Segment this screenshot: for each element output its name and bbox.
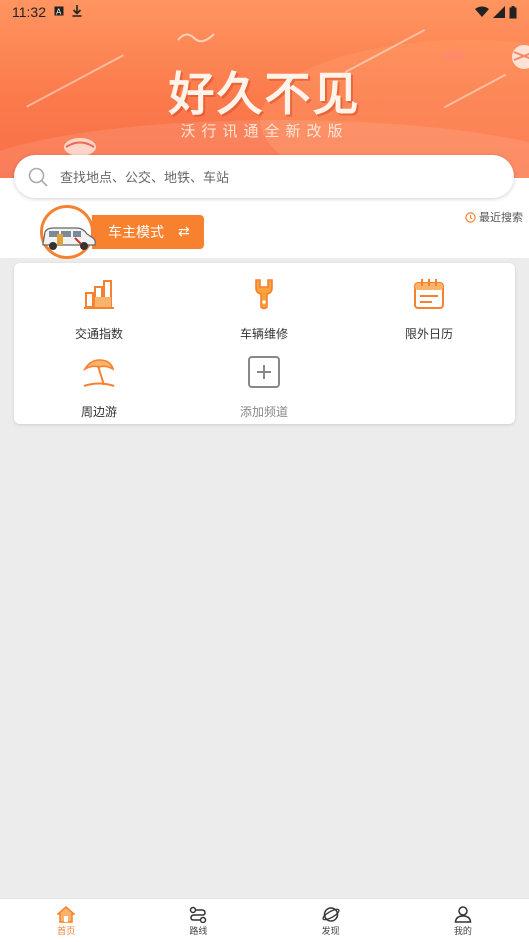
route-icon [190, 906, 207, 923]
notification-a-icon: A [54, 6, 64, 19]
signal-icon [493, 6, 505, 18]
channel-vehicle-repair[interactable]: 车辆维修 [204, 277, 324, 342]
recent-search-button[interactable]: 最近搜索 [465, 209, 523, 225]
car-mode-label: 车主模式 [108, 225, 164, 241]
promo-banner[interactable]: 好久不见 沃行讯通全新改版 [0, 0, 529, 178]
recent-search-label: 最近搜索 [479, 211, 523, 224]
wifi-icon [475, 6, 489, 17]
nav-label: 发现 [321, 927, 340, 937]
channel-label: 添加频道 [239, 405, 288, 419]
channel-label: 限外日历 [404, 327, 453, 341]
search-placeholder: 查找地点、公交、地铁、车站 [60, 171, 230, 186]
channel-traffic-index[interactable]: 交通指数 [39, 277, 159, 342]
channel-panel: 交通指数 车辆维修 限外日历 周边游 添加频道 [14, 263, 515, 424]
channel-label: 交通指数 [74, 327, 123, 341]
car-owner-mode-button[interactable]: 车主模式 ⇄ [92, 215, 204, 249]
calendar-icon [414, 279, 444, 309]
channel-label: 车辆维修 [239, 327, 288, 341]
bottom-navigation: 首页 路线 发现 我的 [0, 898, 529, 942]
status-bar: 11:32 A [0, 0, 529, 24]
channel-nearby-travel[interactable]: 周边游 [39, 355, 159, 420]
planet-icon [322, 907, 340, 922]
nav-label: 我的 [453, 927, 472, 937]
download-icon [72, 4, 82, 20]
nav-discover[interactable]: 发现 [265, 899, 397, 942]
banner-subtitle: 沃行讯通全新改版 [180, 122, 349, 140]
car-icon [42, 227, 96, 250]
nav-label: 路线 [189, 927, 208, 937]
nav-route[interactable]: 路线 [132, 899, 264, 942]
user-icon [454, 906, 472, 923]
channel-label: 周边游 [80, 405, 117, 419]
svg-text:A: A [56, 7, 62, 16]
nav-label: 首页 [57, 927, 76, 937]
home-icon [57, 906, 76, 923]
add-icon [248, 356, 280, 388]
nav-home[interactable]: 首页 [0, 899, 132, 942]
beach-umbrella-icon [82, 359, 115, 387]
wrench-icon [255, 279, 273, 310]
status-time: 11:32 [12, 4, 46, 20]
banner-title: 好久不见 [168, 67, 361, 121]
ribbon-decoration [177, 33, 215, 43]
channel-add[interactable]: 添加频道 [204, 355, 324, 420]
nav-mine[interactable]: 我的 [397, 899, 529, 942]
battery-icon [509, 5, 517, 18]
channel-restriction-calendar[interactable]: 限外日历 [369, 277, 489, 342]
bar-chart-icon [84, 280, 114, 309]
swap-icon: ⇄ [178, 224, 190, 240]
search-bar[interactable]: 查找地点、公交、地铁、车站 [14, 155, 514, 198]
search-icon [28, 167, 48, 187]
car-avatar[interactable] [40, 205, 96, 259]
clock-icon [465, 211, 476, 223]
